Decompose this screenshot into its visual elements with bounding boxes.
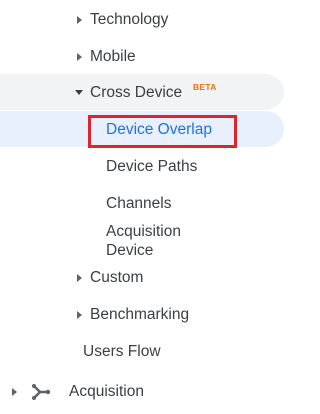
nav-item-acquisition-device[interactable]: Acquisition Device <box>0 222 314 262</box>
nav-item-label: Users Flow <box>83 343 161 360</box>
nav-item-device-paths[interactable]: Device Paths <box>0 157 314 177</box>
expand-arrow-icon <box>77 16 82 24</box>
expand-arrow-icon <box>77 274 82 282</box>
nav-item-cross-device[interactable]: Cross Device BETA <box>0 82 314 103</box>
collapse-arrow-icon <box>75 90 83 95</box>
expand-arrow-icon <box>77 53 82 61</box>
beta-badge: BETA <box>193 82 217 92</box>
nav-item-channels[interactable]: Channels <box>0 194 314 214</box>
nav-item-label: Device Paths <box>106 158 198 175</box>
nav-item-users-flow[interactable]: Users Flow <box>0 342 314 362</box>
nav-item-label: Channels <box>106 195 172 212</box>
nav-item-label: Benchmarking <box>90 306 190 323</box>
selection-outline <box>88 115 237 148</box>
left-navigation: Technology Mobile Cross Device BETA Devi… <box>0 0 314 414</box>
nav-item-custom[interactable]: Custom <box>0 268 314 288</box>
nav-item-benchmarking[interactable]: Benchmarking <box>0 305 314 325</box>
nav-item-label: Acquisition <box>69 383 144 400</box>
nav-item-label: Custom <box>90 269 144 286</box>
nav-item-technology[interactable]: Technology <box>0 10 314 30</box>
expand-arrow-icon <box>12 388 17 396</box>
nav-item-mobile[interactable]: Mobile <box>0 47 314 67</box>
nav-item-label: Acquisition Device <box>106 223 181 259</box>
nav-item-label: Cross Device <box>90 84 183 101</box>
nav-item-label: Mobile <box>90 48 136 65</box>
acquisition-icon <box>32 384 51 400</box>
nav-section-acquisition[interactable]: Acquisition <box>0 382 314 404</box>
nav-item-label: Technology <box>90 11 169 28</box>
expand-arrow-icon <box>77 311 82 319</box>
